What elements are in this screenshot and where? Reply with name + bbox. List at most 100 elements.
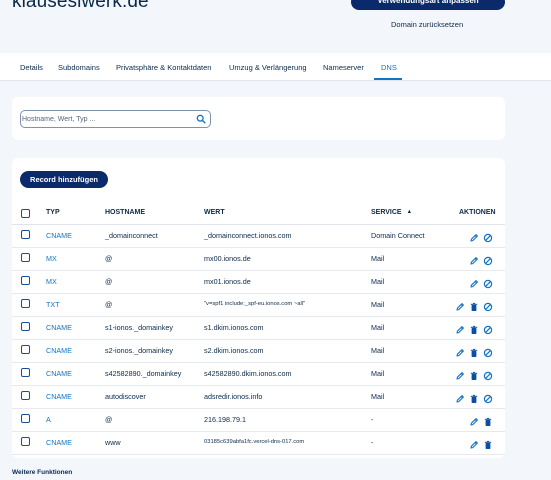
- block-icon[interactable]: [483, 276, 493, 289]
- block-icon[interactable]: [483, 230, 493, 243]
- column-service-label: SERVICE: [371, 209, 402, 216]
- table-row[interactable]: CNAME www 03185c639abfa1fc.vercel-dns-017.…: [12, 431, 505, 455]
- record-hostname: autodiscover: [105, 392, 146, 401]
- tab-details[interactable]: Details: [20, 63, 43, 72]
- table-header: TYP HOSTNAME WERT SERVICE ▲ AKTIONEN: [12, 204, 505, 225]
- record-type[interactable]: CNAME: [46, 392, 72, 401]
- tab-nameserver[interactable]: Nameserver: [323, 63, 364, 72]
- table-row[interactable]: CNAME s1-ionos._domainkey s1.dkim.ionos.co…: [12, 316, 505, 340]
- trash-icon[interactable]: [469, 391, 479, 403]
- edit-icon[interactable]: [469, 437, 479, 449]
- trash-icon[interactable]: [469, 299, 479, 311]
- edit-icon[interactable]: [469, 276, 479, 288]
- record-type[interactable]: CNAME: [46, 438, 72, 447]
- record-service: Mail: [371, 392, 385, 401]
- trash-icon[interactable]: [483, 414, 493, 426]
- row-checkbox[interactable]: [21, 230, 30, 239]
- record-value: s2.dkim.ionos.com: [204, 346, 264, 355]
- edit-icon[interactable]: [469, 414, 479, 426]
- record-type[interactable]: CNAME: [46, 231, 72, 240]
- edit-icon[interactable]: [455, 368, 465, 380]
- record-type[interactable]: MX: [46, 277, 57, 286]
- record-type[interactable]: A: [46, 415, 51, 424]
- trash-icon[interactable]: [469, 322, 479, 334]
- active-tab-indicator: [374, 78, 402, 80]
- edit-icon[interactable]: [455, 391, 465, 403]
- row-checkbox[interactable]: [21, 414, 30, 423]
- search-icon[interactable]: [196, 114, 206, 124]
- tab-privacy-contact[interactable]: Privatsphäre & Kontaktdaten: [116, 63, 211, 72]
- record-service: Domain Connect: [371, 231, 425, 240]
- record-hostname: www: [105, 438, 121, 447]
- column-service[interactable]: SERVICE ▲: [371, 209, 412, 216]
- edit-icon[interactable]: [469, 230, 479, 242]
- search-card: [12, 97, 505, 140]
- row-checkbox[interactable]: [21, 391, 30, 400]
- record-type[interactable]: TXT: [46, 300, 60, 309]
- table-row[interactable]: MX @ mx01.ionos.de Mail: [12, 270, 505, 294]
- tab-dns[interactable]: DNS: [381, 63, 397, 72]
- table-row[interactable]: TXT @ "v=spf1 include:_spf-eu.ionos.com ~a…: [12, 293, 505, 317]
- record-hostname: @: [105, 415, 113, 424]
- search-field[interactable]: [20, 110, 211, 128]
- block-icon[interactable]: [483, 391, 493, 404]
- column-hostname[interactable]: HOSTNAME: [105, 209, 145, 216]
- block-icon[interactable]: [483, 368, 493, 381]
- edit-icon[interactable]: [455, 322, 465, 334]
- record-hostname: s42582890._domainkey: [105, 369, 182, 378]
- row-checkbox[interactable]: [21, 345, 30, 354]
- row-checkbox[interactable]: [21, 276, 30, 285]
- record-hostname: @: [105, 300, 113, 309]
- tab-subdomains[interactable]: Subdomains: [58, 63, 100, 72]
- record-value: 03185c639abfa1fc.vercel-dns-017.com: [204, 439, 305, 445]
- trash-icon[interactable]: [469, 368, 479, 380]
- table-row[interactable]: MX @ mx00.ionos.de Mail: [12, 247, 505, 271]
- reset-domain-link[interactable]: Domain zurücksetzen: [391, 20, 463, 29]
- record-hostname: s2-ionos._domainkey: [105, 346, 173, 355]
- table-row[interactable]: CNAME s42582890._domainkey s42582890.dkim.…: [12, 362, 505, 386]
- top-header: klauseslwerk.de Verwendungsart anpassen …: [0, 0, 551, 52]
- record-service: Mail: [371, 277, 385, 286]
- domain-title: klauseslwerk.de: [12, 0, 149, 12]
- trash-icon[interactable]: [469, 345, 479, 357]
- record-service: Mail: [371, 369, 385, 378]
- record-hostname: @: [105, 254, 113, 263]
- adjust-usage-button[interactable]: Verwendungsart anpassen: [351, 0, 505, 10]
- dns-records-card: Record hinzufügen TYP HOSTNAME WERT SERV…: [12, 158, 505, 458]
- record-value: adsredir.ionos.info: [204, 392, 263, 401]
- record-type[interactable]: CNAME: [46, 346, 72, 355]
- edit-icon[interactable]: [455, 299, 465, 311]
- trash-icon[interactable]: [483, 437, 493, 449]
- more-functions-heading: Weitere Funktionen: [12, 469, 73, 476]
- column-value[interactable]: WERT: [204, 209, 225, 216]
- add-record-button[interactable]: Record hinzufügen: [20, 171, 108, 188]
- column-type[interactable]: TYP: [46, 209, 60, 216]
- row-checkbox[interactable]: [21, 299, 30, 308]
- record-type[interactable]: CNAME: [46, 323, 72, 332]
- search-input[interactable]: [22, 113, 192, 125]
- block-icon[interactable]: [483, 322, 493, 335]
- record-type[interactable]: MX: [46, 254, 57, 263]
- block-icon[interactable]: [483, 253, 493, 266]
- block-icon[interactable]: [483, 345, 493, 358]
- record-value: mx01.ionos.de: [204, 277, 251, 286]
- record-value: s1.dkim.ionos.com: [204, 323, 264, 332]
- record-service: Mail: [371, 323, 385, 332]
- table-row[interactable]: CNAME s2-ionos._domainkey s2.dkim.ionos.co…: [12, 339, 505, 363]
- edit-icon[interactable]: [469, 253, 479, 265]
- record-value: "v=spf1 include:_spf-eu.ionos.com ~all": [204, 301, 306, 307]
- row-checkbox[interactable]: [21, 437, 30, 446]
- row-checkbox[interactable]: [21, 253, 30, 262]
- record-value: s42582890.dkim.ionos.com: [204, 369, 292, 378]
- row-checkbox[interactable]: [21, 368, 30, 377]
- row-checkbox[interactable]: [21, 322, 30, 331]
- table-row[interactable]: CNAME autodiscover adsredir.ionos.info Mail: [12, 385, 505, 409]
- block-icon[interactable]: [483, 299, 493, 312]
- record-hostname: @: [105, 277, 113, 286]
- tab-transfer-renewal[interactable]: Umzug & Verlängerung: [229, 63, 307, 72]
- table-row[interactable]: A @216.198.79.1 -: [12, 408, 505, 432]
- edit-icon[interactable]: [455, 345, 465, 357]
- table-row[interactable]: CNAME _domainconnect _domainconnect.ionos.…: [12, 224, 505, 248]
- record-type[interactable]: CNAME: [46, 369, 72, 378]
- select-all-checkbox[interactable]: [21, 209, 30, 218]
